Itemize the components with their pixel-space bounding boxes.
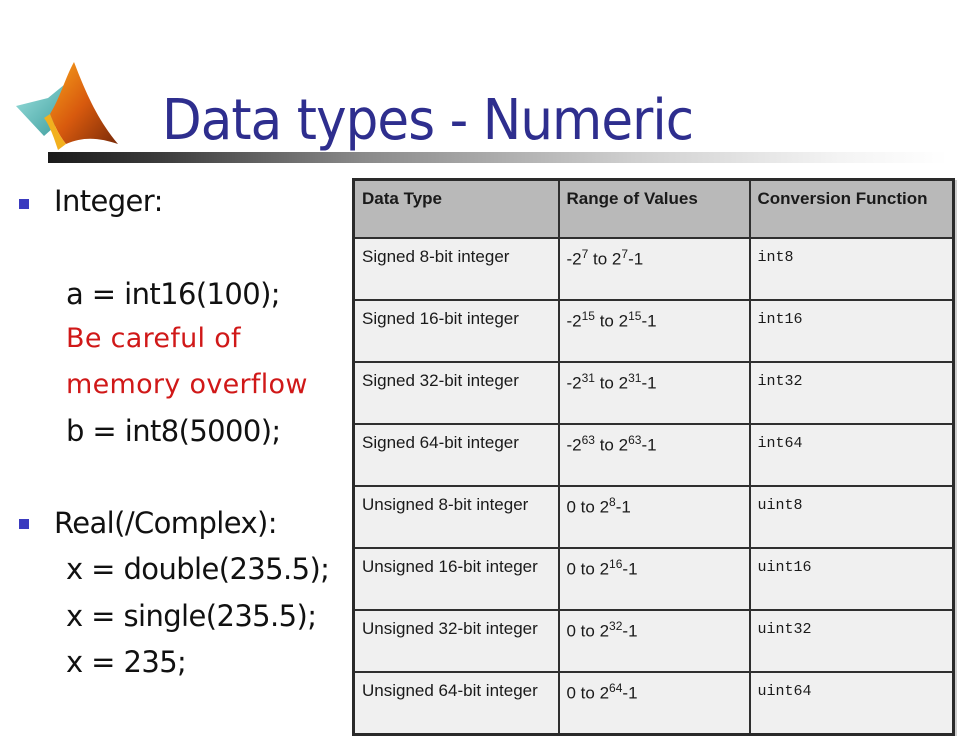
code-line: b = int8(5000); xyxy=(66,414,281,448)
range-lower-exponent: 63 xyxy=(581,433,595,447)
range-lower-exponent: 15 xyxy=(581,309,595,323)
header-range: Range of Values xyxy=(557,178,751,239)
range-suffix: -1 xyxy=(641,435,657,455)
cell-range: -231 to 231-1 xyxy=(557,361,751,425)
range-to-text: to 2 xyxy=(594,435,629,455)
cell-data-type: Unsigned 16-bit integer xyxy=(352,547,560,611)
table-row: Unsigned 16-bit integer 0 to 216-1 uint16 xyxy=(352,547,955,611)
range-lower-base: -2 xyxy=(566,249,582,269)
cell-data-type: Signed 64-bit integer xyxy=(352,423,560,487)
data-type-text: Signed 32-bit integer xyxy=(362,371,519,390)
conversion-function-text: uint64 xyxy=(757,683,812,700)
range-suffix: -1 xyxy=(628,249,644,269)
cell-range: -215 to 215-1 xyxy=(557,299,751,363)
range-upper-exponent: 64 xyxy=(609,681,623,695)
cell-conversion-function: uint32 xyxy=(748,609,955,673)
range-upper-exponent: 63 xyxy=(628,433,642,447)
conversion-function-text: int16 xyxy=(757,311,803,328)
cell-range: 0 to 216-1 xyxy=(557,547,751,611)
data-type-text: Unsigned 64-bit integer xyxy=(362,681,538,700)
bullet-icon xyxy=(19,199,29,209)
section-heading-real: Real(/Complex): xyxy=(54,506,277,540)
conversion-function-text: uint16 xyxy=(757,559,812,576)
conversion-function-text: int64 xyxy=(757,435,803,452)
header-conversion: Conversion Function xyxy=(748,178,955,239)
table-row: Signed 32-bit integer -231 to 231-1 int32 xyxy=(352,361,955,425)
range-to-text: to 2 xyxy=(588,249,622,269)
data-type-text: Signed 8-bit integer xyxy=(362,247,510,266)
cell-conversion-function: uint8 xyxy=(748,485,955,549)
cell-data-type: Unsigned 32-bit integer xyxy=(352,609,560,673)
warning-line: memory overflow xyxy=(66,369,308,400)
range-lower-base: 0 to 2 xyxy=(566,683,610,703)
range-upper-exponent: 8 xyxy=(609,495,616,509)
range-upper-exponent: 15 xyxy=(628,309,642,323)
cell-conversion-function: uint64 xyxy=(748,671,955,736)
slide-title: Data types - Numeric xyxy=(162,88,694,153)
table-row: Signed 16-bit integer -215 to 215-1 int16 xyxy=(352,299,955,363)
data-type-text: Signed 64-bit integer xyxy=(362,433,519,452)
cell-range: 0 to 232-1 xyxy=(557,609,751,673)
matlab-logo-icon xyxy=(16,62,118,150)
data-type-text: Unsigned 16-bit integer xyxy=(362,557,538,576)
section-heading-integer: Integer: xyxy=(54,184,163,218)
range-lower-base: -2 xyxy=(566,435,582,455)
range-upper-exponent: 32 xyxy=(609,619,623,633)
cell-range: 0 to 264-1 xyxy=(557,671,751,736)
table-row: Signed 8-bit integer -27 to 27-1 int8 xyxy=(352,237,955,301)
cell-data-type: Signed 8-bit integer xyxy=(352,237,560,301)
conversion-function-text: uint32 xyxy=(757,621,812,638)
cell-range: -27 to 27-1 xyxy=(557,237,751,301)
title-underline-bar xyxy=(48,152,948,163)
range-suffix: -1 xyxy=(622,559,638,579)
code-line: x = single(235.5); xyxy=(66,599,317,633)
cell-conversion-function: int64 xyxy=(748,423,955,487)
range-suffix: -1 xyxy=(641,373,657,393)
conversion-function-text: uint8 xyxy=(757,497,803,514)
table-row: Unsigned 64-bit integer 0 to 264-1 uint64 xyxy=(352,671,955,736)
range-lower-base: -2 xyxy=(566,311,582,331)
range-suffix: -1 xyxy=(622,683,638,703)
cell-data-type: Unsigned 64-bit integer xyxy=(352,671,560,736)
range-lower-base: 0 to 2 xyxy=(566,621,610,641)
cell-range: 0 to 28-1 xyxy=(557,485,751,549)
cell-data-type: Signed 32-bit integer xyxy=(352,361,560,425)
table-row: Unsigned 8-bit integer 0 to 28-1 uint8 xyxy=(352,485,955,549)
warning-line: Be careful of xyxy=(66,323,241,354)
range-lower-base: -2 xyxy=(566,373,582,393)
range-to-text: to 2 xyxy=(594,373,629,393)
range-to-text: to 2 xyxy=(594,311,629,331)
data-type-text: Signed 16-bit integer xyxy=(362,309,519,328)
header-data-type: Data Type xyxy=(352,178,560,239)
range-lower-base: 0 to 2 xyxy=(566,497,610,517)
range-upper-exponent: 31 xyxy=(628,371,642,385)
table-row: Unsigned 32-bit integer 0 to 232-1 uint32 xyxy=(352,609,955,673)
cell-conversion-function: uint16 xyxy=(748,547,955,611)
conversion-function-text: int32 xyxy=(757,373,803,390)
range-suffix: -1 xyxy=(622,621,638,641)
data-type-text: Unsigned 8-bit integer xyxy=(362,495,529,514)
conversion-function-text: int8 xyxy=(757,249,794,266)
cell-conversion-function: int16 xyxy=(748,299,955,363)
cell-data-type: Signed 16-bit integer xyxy=(352,299,560,363)
cell-conversion-function: int32 xyxy=(748,361,955,425)
range-lower-exponent: 31 xyxy=(581,371,595,385)
table-row: Signed 64-bit integer -263 to 263-1 int64 xyxy=(352,423,955,487)
code-line: a = int16(100); xyxy=(66,277,281,311)
data-type-text: Unsigned 32-bit integer xyxy=(362,619,538,638)
code-line: x = 235; xyxy=(66,645,187,679)
range-suffix: -1 xyxy=(641,311,657,331)
bullet-icon xyxy=(19,519,29,529)
cell-range: -263 to 263-1 xyxy=(557,423,751,487)
range-upper-exponent: 16 xyxy=(609,557,623,571)
cell-conversion-function: int8 xyxy=(748,237,955,301)
cell-data-type: Unsigned 8-bit integer xyxy=(352,485,560,549)
code-line: x = double(235.5); xyxy=(66,552,330,586)
table-header-row: Data Type Range of Values Conversion Fun… xyxy=(352,178,955,239)
numeric-types-table: Data Type Range of Values Conversion Fun… xyxy=(352,178,955,736)
range-lower-base: 0 to 2 xyxy=(566,559,610,579)
range-suffix: -1 xyxy=(615,497,631,517)
